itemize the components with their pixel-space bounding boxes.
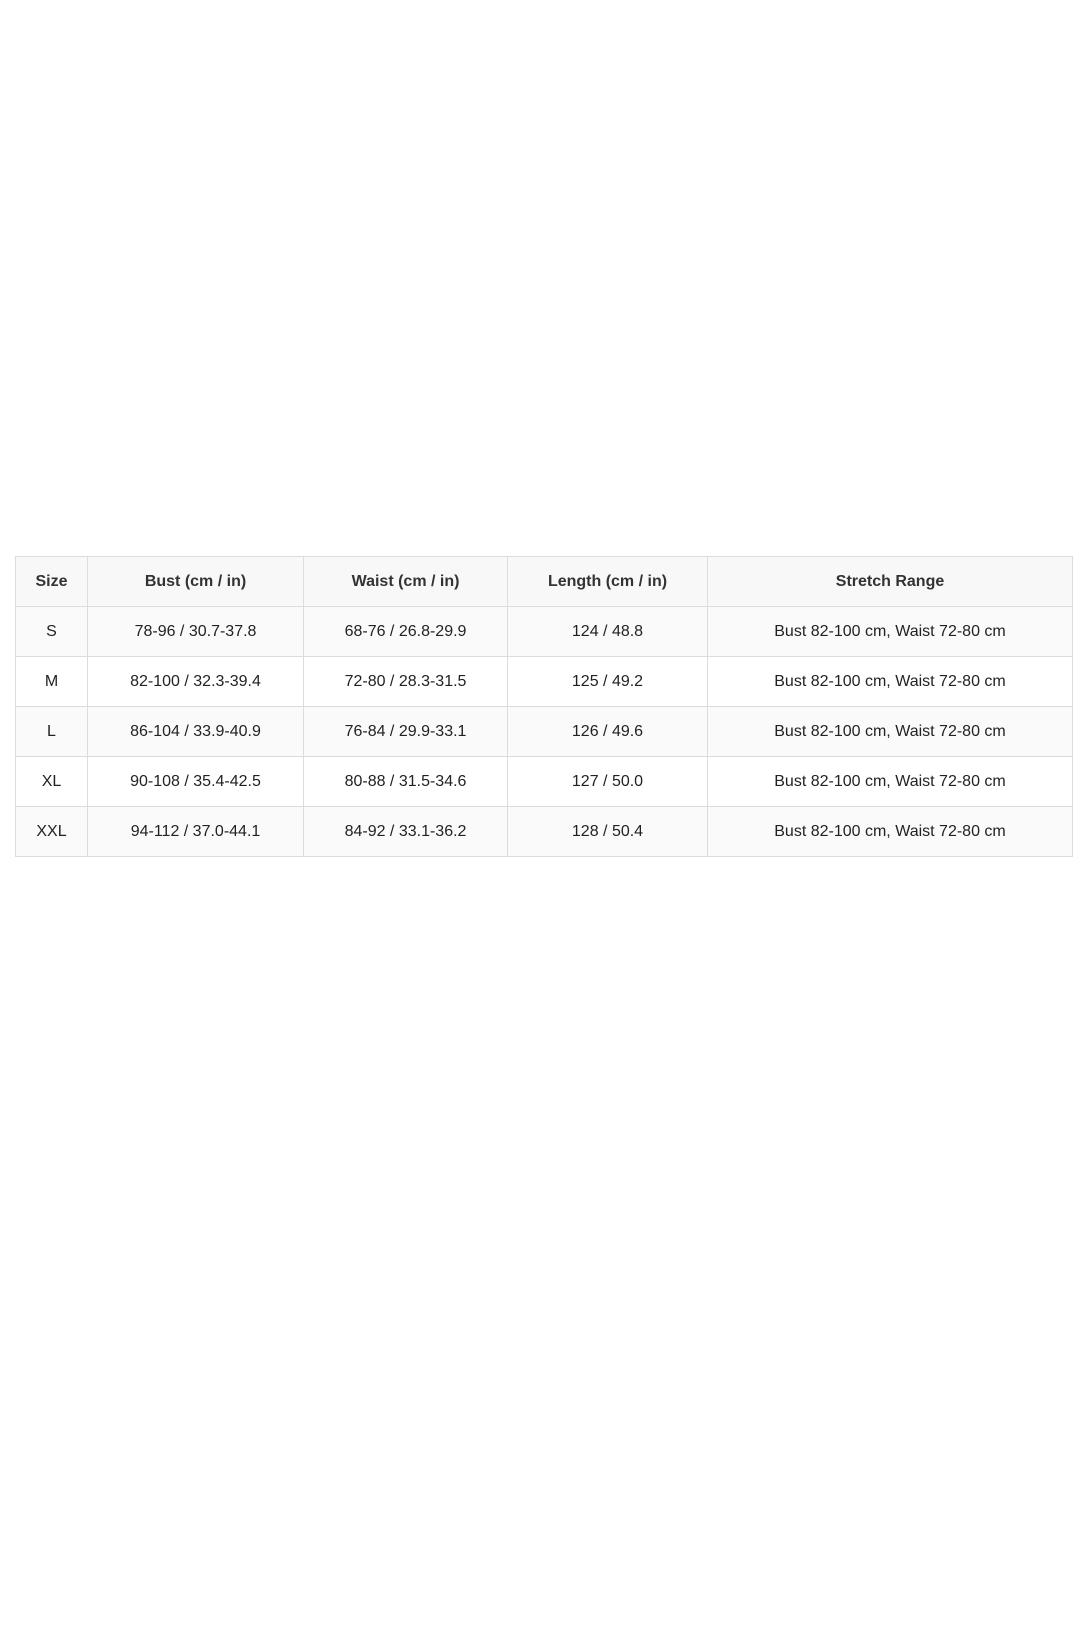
- cell-bust: 90-108 / 35.4-42.5: [87, 756, 304, 807]
- cell-stretch-range: Bust 82-100 cm, Waist 72-80 cm: [707, 756, 1073, 807]
- cell-stretch-range: Bust 82-100 cm, Waist 72-80 cm: [707, 806, 1073, 857]
- cell-stretch-range: Bust 82-100 cm, Waist 72-80 cm: [707, 606, 1073, 657]
- header-waist: Waist (cm / in): [303, 556, 508, 607]
- cell-waist: 84-92 / 33.1-36.2: [303, 806, 508, 857]
- cell-length: 125 / 49.2: [507, 656, 708, 707]
- cell-length: 126 / 49.6: [507, 706, 708, 757]
- table-body: S 78-96 / 30.7-37.8 68-76 / 26.8-29.9 12…: [15, 606, 1073, 857]
- cell-size: S: [15, 606, 88, 657]
- header-bust: Bust (cm / in): [87, 556, 304, 607]
- cell-length: 128 / 50.4: [507, 806, 708, 857]
- table-row: L 86-104 / 33.9-40.9 76-84 / 29.9-33.1 1…: [15, 706, 1073, 757]
- cell-bust: 82-100 / 32.3-39.4: [87, 656, 304, 707]
- table-row: M 82-100 / 32.3-39.4 72-80 / 28.3-31.5 1…: [15, 656, 1073, 707]
- header-length: Length (cm / in): [507, 556, 708, 607]
- cell-bust: 86-104 / 33.9-40.9: [87, 706, 304, 757]
- table-row: XL 90-108 / 35.4-42.5 80-88 / 31.5-34.6 …: [15, 756, 1073, 807]
- table-header: Size Bust (cm / in) Waist (cm / in) Leng…: [15, 556, 1073, 607]
- cell-waist: 72-80 / 28.3-31.5: [303, 656, 508, 707]
- cell-length: 127 / 50.0: [507, 756, 708, 807]
- header-size: Size: [15, 556, 88, 607]
- cell-stretch-range: Bust 82-100 cm, Waist 72-80 cm: [707, 706, 1073, 757]
- header-row: Size Bust (cm / in) Waist (cm / in) Leng…: [15, 556, 1073, 607]
- cell-bust: 78-96 / 30.7-37.8: [87, 606, 304, 657]
- header-stretch-range: Stretch Range: [707, 556, 1073, 607]
- table-row: XXL 94-112 / 37.0-44.1 84-92 / 33.1-36.2…: [15, 806, 1073, 857]
- cell-waist: 76-84 / 29.9-33.1: [303, 706, 508, 757]
- size-chart-table: Size Bust (cm / in) Waist (cm / in) Leng…: [15, 556, 1073, 857]
- cell-bust: 94-112 / 37.0-44.1: [87, 806, 304, 857]
- cell-size: M: [15, 656, 88, 707]
- cell-stretch-range: Bust 82-100 cm, Waist 72-80 cm: [707, 656, 1073, 707]
- cell-length: 124 / 48.8: [507, 606, 708, 657]
- table-row: S 78-96 / 30.7-37.8 68-76 / 26.8-29.9 12…: [15, 606, 1073, 657]
- cell-waist: 80-88 / 31.5-34.6: [303, 756, 508, 807]
- cell-size: L: [15, 706, 88, 757]
- cell-size: XL: [15, 756, 88, 807]
- cell-waist: 68-76 / 26.8-29.9: [303, 606, 508, 657]
- cell-size: XXL: [15, 806, 88, 857]
